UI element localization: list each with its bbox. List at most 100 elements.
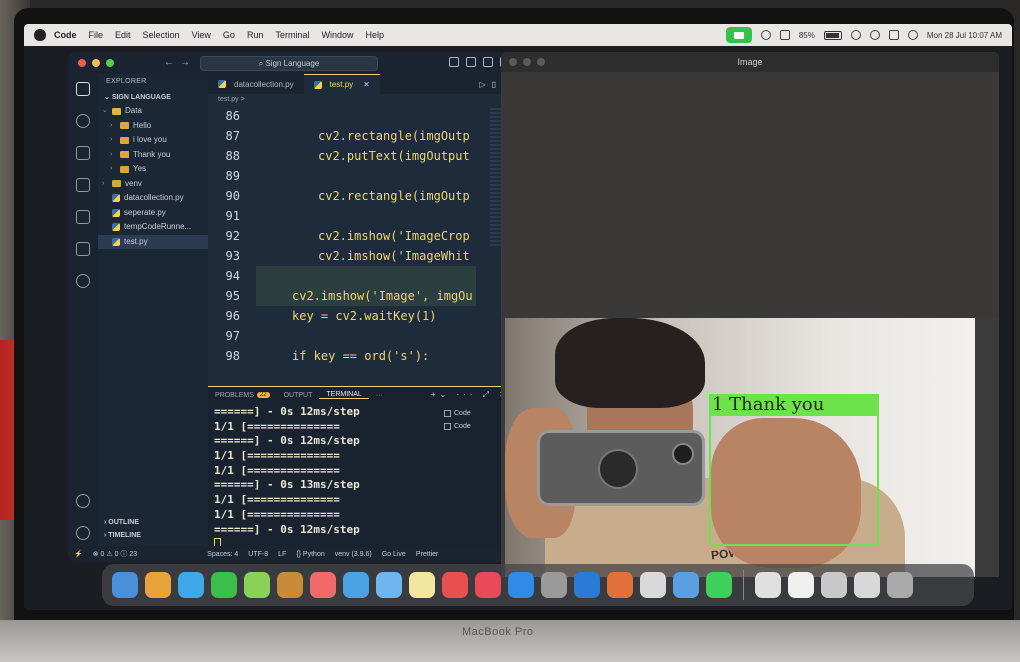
tree-label: Data — [125, 106, 142, 115]
tree-file-seperate[interactable]: seperate.py — [98, 206, 208, 221]
siri-icon[interactable] — [907, 30, 918, 40]
close-window-button[interactable] — [509, 58, 517, 66]
tab-test[interactable]: test.py ✕ — [303, 74, 380, 94]
menu-file[interactable]: File — [89, 30, 104, 40]
extensions-icon[interactable] — [76, 210, 90, 224]
tab-datacollection[interactable]: datacollection.py — [208, 74, 304, 94]
dock-app-icon[interactable] — [475, 572, 501, 598]
dock-app-icon[interactable] — [508, 572, 534, 598]
tree-file-datacollection[interactable]: datacollection.py — [98, 191, 208, 206]
workspace-header[interactable]: ⌄ SIGN LANGUAGE — [98, 90, 208, 104]
remote-icon[interactable]: ⚡ — [74, 550, 83, 558]
dock-app-icon[interactable] — [244, 572, 270, 598]
split-editor-icon[interactable]: ▯ — [492, 80, 496, 89]
dock-app-icon[interactable] — [112, 572, 138, 598]
status-problems[interactable]: ⊗ 0 ⚠ 0 ⓘ 23 — [93, 549, 137, 559]
code-view[interactable]: 86 87 cv2.rectangle(imgOutp 88 cv2.putText… — [208, 106, 518, 366]
python-icon[interactable] — [76, 274, 90, 288]
tree-folder-hello[interactable]: › Hello — [98, 119, 208, 134]
tree-folder-i-love-you[interactable]: › i love you — [98, 133, 208, 148]
tree-folder-thank-you[interactable]: › Thank you — [98, 148, 208, 163]
tree-folder-venv[interactable]: › venv — [98, 177, 208, 192]
play-icon[interactable] — [760, 30, 771, 40]
run-debug-icon[interactable] — [76, 178, 90, 192]
menu-edit[interactable]: Edit — [115, 30, 131, 40]
menu-go[interactable]: Go — [223, 30, 235, 40]
battery-icon[interactable] — [823, 30, 842, 40]
status-encoding[interactable]: UTF-8 — [248, 551, 268, 558]
breadcrumb[interactable]: test.py > — [208, 94, 518, 106]
display-icon[interactable] — [779, 30, 790, 40]
camera-in-use-icon[interactable] — [725, 27, 752, 43]
wifi-icon[interactable] — [850, 30, 861, 40]
minimize-window-button[interactable] — [92, 59, 100, 67]
toggle-secondary-sidebar-icon[interactable] — [483, 57, 493, 67]
dock-app-icon[interactable] — [178, 572, 204, 598]
nav-arrows-icon[interactable]: ←→ — [164, 57, 196, 68]
dock-app-icon[interactable] — [821, 572, 847, 598]
dock-app-icon[interactable] — [310, 572, 336, 598]
dock-app-icon[interactable] — [376, 572, 402, 598]
account-icon[interactable] — [76, 494, 90, 508]
tree-file-tempcoderunner[interactable]: tempCodeRunne... — [98, 220, 208, 235]
close-window-button[interactable] — [78, 59, 86, 67]
dock-app-icon[interactable] — [343, 572, 369, 598]
menu-view[interactable]: View — [192, 30, 211, 40]
menu-selection[interactable]: Selection — [143, 30, 180, 40]
dock-app-icon[interactable] — [541, 572, 567, 598]
tab-more[interactable]: ··· — [369, 392, 390, 399]
dock-app-icon[interactable] — [145, 572, 171, 598]
apple-icon[interactable] — [34, 29, 46, 41]
toggle-sidebar-icon[interactable] — [449, 57, 459, 67]
menu-run[interactable]: Run — [247, 30, 264, 40]
dock-app-icon[interactable] — [673, 572, 699, 598]
zoom-window-button[interactable] — [537, 58, 545, 66]
run-file-icon[interactable]: ▷ — [479, 80, 485, 89]
dock-app-icon[interactable] — [887, 572, 913, 598]
settings-gear-icon[interactable] — [76, 526, 90, 540]
dock-app-icon[interactable] — [607, 572, 633, 598]
control-center-icon[interactable] — [888, 30, 899, 40]
zoom-window-button[interactable] — [106, 59, 114, 67]
spotlight-icon[interactable] — [869, 30, 880, 40]
status-env[interactable]: venv (3.9.6) — [335, 551, 372, 558]
tab-terminal[interactable]: TERMINAL — [319, 391, 369, 399]
status-language[interactable]: {} Python — [296, 551, 324, 558]
status-eol[interactable]: LF — [278, 551, 286, 558]
explorer-icon[interactable] — [76, 82, 90, 96]
menu-window[interactable]: Window — [321, 30, 353, 40]
dock-app-icon[interactable] — [788, 572, 814, 598]
toggle-panel-icon[interactable] — [466, 57, 476, 67]
testing-icon[interactable] — [76, 242, 90, 256]
tree-folder-yes[interactable]: › Yes — [98, 162, 208, 177]
dock-app-icon[interactable] — [442, 572, 468, 598]
tree-label: Yes — [133, 164, 147, 173]
dock-app-icon[interactable] — [640, 572, 666, 598]
menu-app[interactable]: Code — [54, 30, 77, 40]
dock-app-icon[interactable] — [755, 572, 781, 598]
menu-terminal[interactable]: Terminal — [275, 30, 309, 40]
close-tab-icon[interactable]: ✕ — [363, 80, 370, 89]
status-golive[interactable]: Go Live — [382, 551, 406, 558]
tab-output[interactable]: OUTPUT — [277, 392, 320, 399]
timeline-section[interactable]: › TIMELINE — [98, 529, 208, 542]
tab-problems[interactable]: PROBLEMS 22 — [208, 392, 277, 399]
dock-app-icon[interactable] — [409, 572, 435, 598]
menu-help[interactable]: Help — [365, 30, 384, 40]
clock[interactable]: Mon 28 Jul 10:07 AM — [927, 31, 1002, 40]
terminal-output[interactable]: ======] - 0s 12ms/step 1/1 [============… — [214, 405, 432, 552]
tree-folder-data[interactable]: ⌄ Data — [98, 104, 208, 119]
dock-app-icon[interactable] — [211, 572, 237, 598]
dock-app-icon[interactable] — [706, 572, 732, 598]
source-control-icon[interactable] — [76, 146, 90, 160]
status-prettier[interactable]: Prettier — [416, 551, 439, 558]
search-icon[interactable] — [76, 114, 90, 128]
dock-app-icon[interactable] — [574, 572, 600, 598]
dock-app-icon[interactable] — [854, 572, 880, 598]
command-center-search[interactable]: ⌕ Sign Language — [200, 56, 378, 71]
tree-file-test[interactable]: test.py — [98, 234, 208, 249]
status-spaces[interactable]: Spaces: 4 — [207, 551, 238, 558]
dock-app-icon[interactable] — [277, 572, 303, 598]
outline-section[interactable]: › OUTLINE — [98, 516, 208, 529]
minimize-window-button[interactable] — [523, 58, 531, 66]
